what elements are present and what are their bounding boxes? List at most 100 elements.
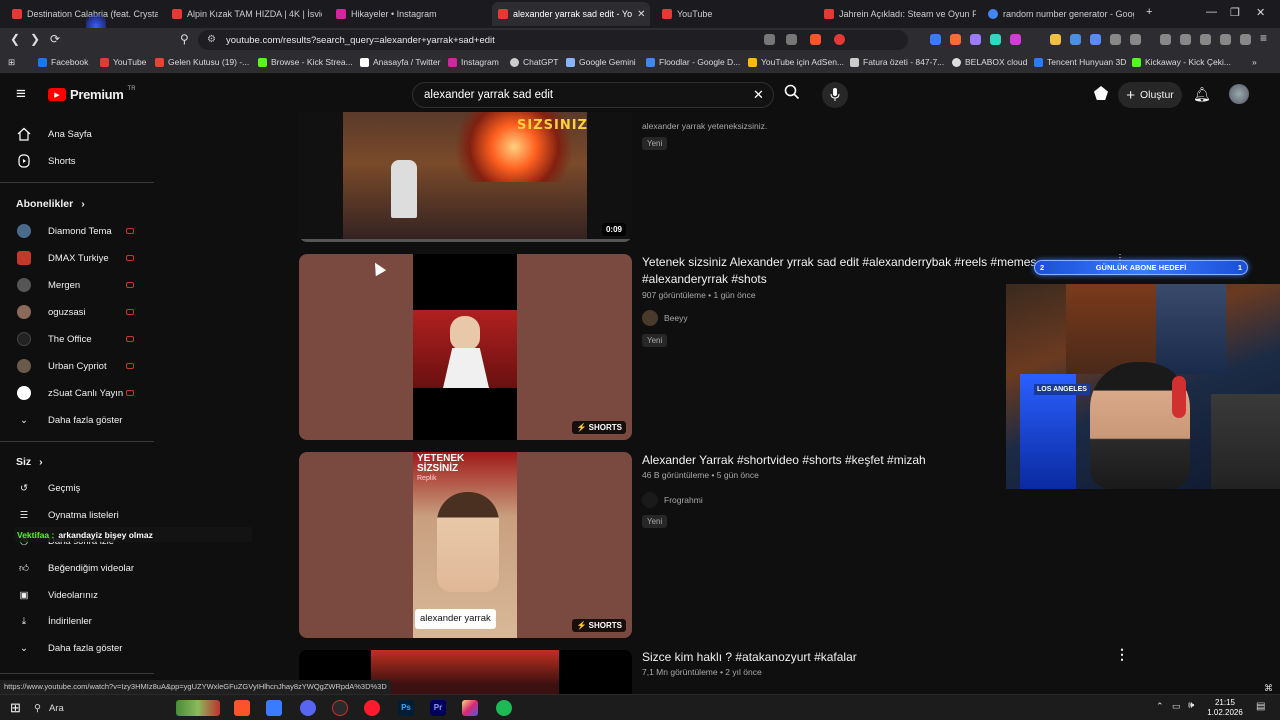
bookmark-item[interactable]: YouTube için AdSen... [748,57,844,67]
bookmark-item[interactable]: YouTube [100,57,146,67]
taskbar-clock[interactable]: 21:15 1.02.2026 [1202,698,1248,718]
video-title[interactable]: Yetenek sizsiniz Alexander yrrak sad edi… [642,254,1042,288]
sidebar-item-subscription[interactable]: DMAX Turkiye [0,245,154,271]
sidebar-item-subscription[interactable]: The Office [0,326,154,352]
show-more-subscriptions[interactable]: ⌄ Daha fazla göster [0,407,154,433]
instagram-app-icon[interactable] [462,700,478,716]
back-icon[interactable]: ❮ [10,32,20,46]
media-icon[interactable] [1160,34,1171,45]
bookmark-item[interactable]: Google Gemini [566,57,636,67]
video-thumbnail[interactable]: ⚡ SHORTS [299,254,632,440]
discord-icon[interactable] [300,700,316,716]
channel-link[interactable]: Frograhmi [642,492,703,508]
account-avatar[interactable] [1229,84,1249,104]
more-actions-icon[interactable]: ⋮ [1115,646,1129,663]
more-bookmarks-icon[interactable]: » [1252,57,1257,67]
sidebar-item-home[interactable]: Ana Sayfa [0,121,154,147]
video-title[interactable]: Alexander Yarrak #shortvideo #shorts #ke… [642,452,926,469]
browser-tab[interactable]: YouTube [656,2,812,26]
close-window-icon[interactable]: ✕ [1256,6,1265,19]
search-icon[interactable] [784,84,800,105]
address-bar[interactable]: ⚙ youtube.com/results?search_query=alexa… [198,30,908,50]
photoshop-icon[interactable]: Ps [398,700,414,716]
forward-icon[interactable]: ❯ [30,32,40,46]
sidebar-item-subscription[interactable]: Mergen [0,272,154,298]
channel-link[interactable]: Beeyy [642,310,688,326]
bookmark-item[interactable]: ChatGPT [510,57,558,67]
sidebar-item-liked-videos[interactable]: 👍︎ Beğendiğim videolar [0,555,154,581]
hamburger-menu-icon[interactable]: ≡ [16,84,26,104]
brave-shield-icon[interactable] [810,34,821,45]
bookmark-item[interactable]: Instagram [448,57,499,67]
extension-icon[interactable] [1130,34,1141,45]
bookmark-item[interactable]: Facebook [38,57,88,67]
browser-tab[interactable]: Alpin Kızak TAM HIZDA | 4K | İsviçre [166,2,322,26]
clear-search-icon[interactable]: ✕ [753,87,764,103]
video-title[interactable]: Sizce kim haklı ? #atakanozyurt #kafalar [642,649,857,666]
extension-icon[interactable] [1090,34,1101,45]
youtube-premium-logo[interactable]: ▶ Premium TR [48,86,136,102]
menu-icon[interactable]: ≡ [1260,31,1267,45]
you-header[interactable]: Siz › [16,456,43,468]
video-thumbnail[interactable]: SIZSINIZ 0:09 [299,112,632,242]
wallet-icon[interactable] [1200,34,1211,45]
bookmark-item[interactable]: BELABOX cloud [952,57,1027,67]
sidebar-item-your-videos[interactable]: ▣ Videolarınız [0,582,154,608]
subscriptions-header[interactable]: Abonelikler › [16,198,85,210]
bookmark-item[interactable]: Browse - Kick Strea... [258,57,353,67]
extension-icon[interactable] [950,34,961,45]
bookmark-item[interactable]: Anasayfa / Twitter [360,57,440,67]
video-thumbnail[interactable]: YETENEK SİZSİNİZ Replik alexander yarrak ⚡… [299,452,632,638]
browser-tab-active[interactable]: alexander yarrak sad edit - Yo ✕ [492,2,650,26]
bookmark-item[interactable]: Fatura özeti - 847-7... [850,57,944,67]
apps-grid-icon[interactable]: ⊞ [8,57,15,68]
tray-chevron-icon[interactable]: ⌃ [1156,701,1164,712]
sidebar-item-history[interactable]: ↺ Geçmiş [0,475,154,501]
obs-icon[interactable] [332,700,348,716]
sidebar-item-subscription[interactable]: Urban Cypriot [0,353,154,379]
site-info-icon[interactable]: ⚙ [207,34,216,45]
minimize-icon[interactable]: — [1206,6,1217,18]
notifications-bell-icon[interactable]: 🔔︎ [1193,86,1211,103]
notification-center-icon[interactable]: ▤ [1256,701,1265,712]
extension-icon[interactable] [930,34,941,45]
vpn-icon[interactable] [1240,34,1251,45]
sidebar-item-subscription[interactable]: Diamond Tema [0,218,154,244]
premiere-icon[interactable]: Pr [430,700,446,716]
maximize-icon[interactable]: ❐ [1230,6,1240,19]
windows-start-icon[interactable]: ⊞ [10,700,21,716]
sidebar-item-shorts[interactable]: Shorts [0,148,154,174]
widgets-icon[interactable] [176,700,220,716]
show-more-you[interactable]: ⌄ Daha fazla göster [0,635,154,661]
browser-tab[interactable]: Destination Calabria (feat. Crystal Wa [6,2,158,26]
leo-ai-icon[interactable] [1220,34,1231,45]
brave-browser-icon[interactable] [234,700,250,716]
studio-icon[interactable] [1094,86,1108,100]
sidebar-toggle-icon[interactable] [1180,34,1191,45]
new-tab-icon[interactable]: + [1146,6,1152,18]
brave-rewards-icon[interactable] [834,34,845,45]
bookmark-item[interactable]: Floodlar - Google D... [646,57,740,67]
search-input[interactable]: alexander yarrak sad edit ✕ [412,82,774,108]
extension-icon[interactable] [990,34,1001,45]
bookmark-item[interactable]: Gelen Kutusu (19) -... [155,57,249,67]
browser-tab[interactable]: Hikayeler • Instagram [330,2,490,26]
sidebar-item-subscription[interactable]: zSuat Canlı Yayın [0,380,154,406]
cast-icon[interactable] [764,34,775,45]
extension-icon[interactable] [1050,34,1061,45]
extension-icon[interactable] [1070,34,1081,45]
bookmark-item[interactable]: Kickaway - Kick Çeki... [1132,57,1231,67]
opera-icon[interactable] [364,700,380,716]
share-icon[interactable] [786,34,797,45]
extension-icon[interactable] [1010,34,1021,45]
network-icon[interactable]: ▭ [1172,701,1181,712]
bookmark-icon[interactable]: ⚲ [180,32,189,46]
sidebar-item-playlists[interactable]: ☰ Oynatma listeleri [0,502,154,528]
create-button[interactable]: + Oluştur [1118,82,1182,108]
spotify-icon[interactable] [496,700,512,716]
extension-icon[interactable] [970,34,981,45]
reload-icon[interactable]: ⟳ [50,32,60,46]
bookmark-item[interactable]: Tencent Hunyuan 3D [1034,57,1126,67]
extensions-puzzle-icon[interactable] [1110,34,1121,45]
browser-tab[interactable]: random number generator - Google [982,2,1134,26]
